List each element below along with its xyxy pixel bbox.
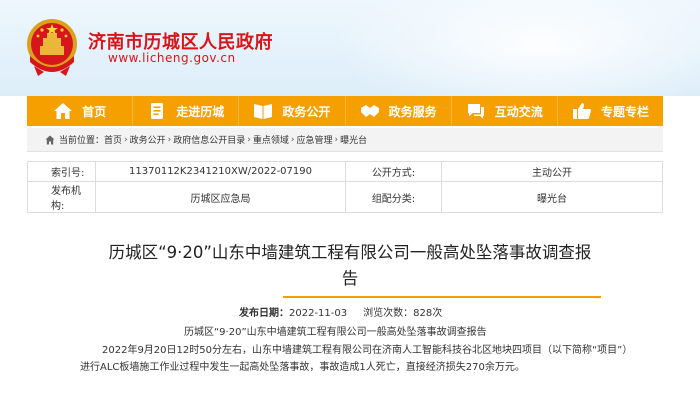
chat-icon: [467, 104, 484, 119]
nav-label: 政务公开: [282, 104, 331, 119]
article-title-line: 告: [341, 269, 359, 288]
breadcrumb-separator: ›: [247, 134, 251, 145]
nav-item-topics[interactable]: 专题专栏: [558, 96, 663, 126]
breadcrumb-prefix: 当前位置：: [59, 136, 105, 146]
nav-label: 专题专栏: [600, 104, 649, 119]
nav-label: 首页: [82, 104, 107, 119]
breadcrumb-link[interactable]: 政务公开: [130, 133, 166, 146]
document-icon: [151, 103, 164, 119]
category-label: 组配分类:: [345, 181, 442, 213]
nav-label: 互动交流: [494, 104, 543, 119]
article-meta: 发布日期：2022-11-03 浏览次数：828次: [239, 304, 442, 319]
method-label: 公开方式:: [345, 161, 442, 182]
views-value: 828次: [413, 308, 443, 319]
nav-item-gov-affairs[interactable]: 政务公开: [239, 96, 346, 126]
header-background-glow: [330, 0, 700, 96]
article-paragraph: 2022年9月20日12时50分左右，山东中墙建筑工程有限公司在济南人工智能科技…: [80, 345, 633, 373]
info-table: 索引号: 11370112K2341210XW/2022-07190 公开方式:…: [27, 161, 663, 213]
breadcrumb-separator: ›: [124, 134, 128, 145]
nav-label: 政务服务: [388, 104, 437, 119]
breadcrumb: 当前位置： 首页 › 政务公开 › 政府信息公开目录 › 重点领域 › 应急管理…: [27, 128, 663, 152]
nav-item-about[interactable]: 走进历城: [133, 96, 240, 126]
publisher-label: 发布机构:: [27, 181, 96, 213]
like-icon: [572, 103, 591, 119]
index-label: 索引号:: [27, 161, 96, 182]
date-value: 2022-11-03: [289, 308, 348, 319]
breadcrumb-link[interactable]: 政府信息公开目录: [173, 133, 245, 146]
article-title: 历城区“9·20”山东中墙建筑工程有限公司一般高处坠落事故调查报 告: [80, 240, 620, 292]
breadcrumb-link[interactable]: 应急管理: [297, 133, 333, 146]
article-title-line: 历城区“9·20”山东中墙建筑工程有限公司一般高处坠落事故调查报: [108, 243, 592, 262]
info-row: 发布机构: 历城区应急局 组配分类: 曝光台: [27, 181, 663, 213]
breadcrumb-separator: ›: [290, 134, 295, 145]
nav-item-services[interactable]: 政务服务: [346, 96, 452, 126]
method-value: 主动公开: [441, 161, 663, 182]
info-row: 索引号: 11370112K2341210XW/2022-07190 公开方式:…: [27, 161, 663, 182]
breadcrumb-link[interactable]: 曝光台: [340, 133, 367, 146]
breadcrumb-link[interactable]: 重点领域: [253, 133, 289, 146]
nav-item-home[interactable]: 首页: [27, 96, 134, 126]
category-value: 曝光台: [441, 181, 663, 213]
views-label: 浏览次数：: [363, 308, 414, 319]
home-icon: [54, 103, 73, 119]
nav-item-interaction[interactable]: 互动交流: [452, 96, 558, 126]
title-divider: [283, 296, 601, 298]
site-url[interactable]: www.licheng.gov.cn: [108, 51, 236, 65]
breadcrumb-link[interactable]: 首页: [104, 133, 122, 146]
national-emblem-icon[interactable]: [24, 16, 80, 78]
nav-label: 走进历城: [176, 104, 225, 119]
handshake-icon: [360, 105, 379, 117]
location-icon: [45, 135, 55, 144]
publisher-value: 历城区应急局: [95, 181, 346, 213]
breadcrumb-separator: ›: [334, 134, 339, 145]
article-paragraph: 历城区“9·20”山东中墙建筑工程有限公司一般高处坠落事故调查报告: [184, 327, 487, 338]
book-icon: [254, 104, 273, 119]
site-header: 济南市历城区人民政府 www.licheng.gov.cn: [0, 0, 700, 96]
breadcrumb-separator: ›: [167, 134, 172, 145]
date-label: 发布日期：: [239, 308, 289, 319]
main-nav: 首页 走进历城 政务公开 政务服务 互动交流 专题专栏: [27, 96, 663, 126]
index-value: 11370112K2341210XW/2022-07190: [95, 161, 346, 182]
